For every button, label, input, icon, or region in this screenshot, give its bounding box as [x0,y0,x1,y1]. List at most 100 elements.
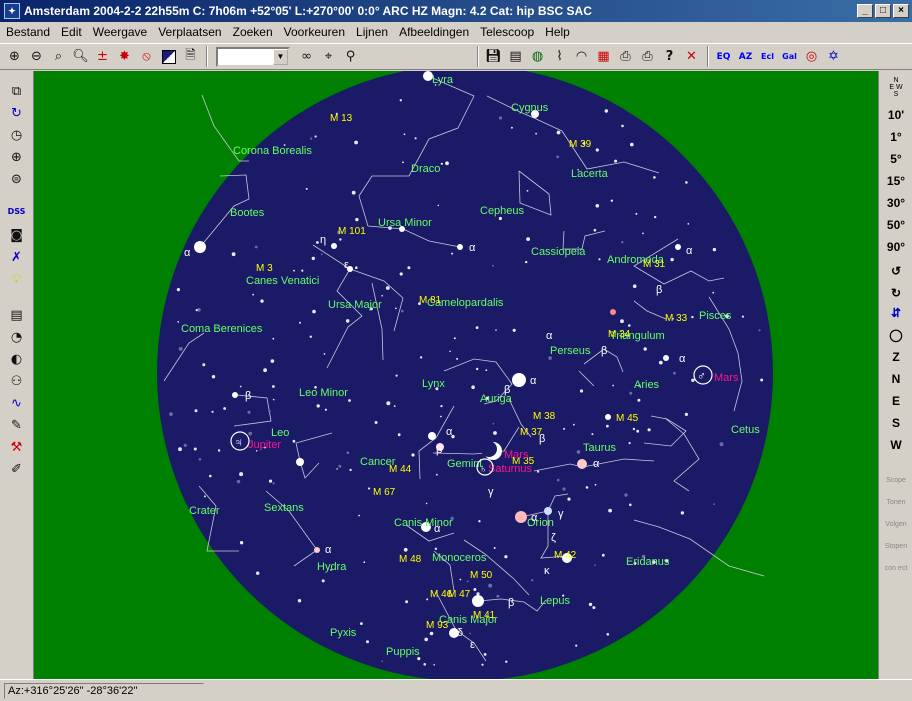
dso-m50: M 50 [470,570,493,581]
menu-weergave[interactable]: Weergave [93,25,147,39]
constellation-icon[interactable]: ✡ [823,46,844,67]
object-combo[interactable]: ▼ [216,46,290,67]
sky-chart[interactable]: Lyra Cygnus Corona Borealis Draco Lacert… [34,65,878,681]
rotate-cw-icon[interactable]: ↻ [881,283,911,303]
search-icon[interactable]: 🔍︎ [70,46,91,67]
faint-star [268,410,271,413]
zoom-out-icon[interactable]: ⊖ [26,46,47,67]
print-setup-icon[interactable]: ⎙ [637,46,658,67]
app-icon: ✦ [4,3,20,19]
menu-voorkeuren[interactable]: Voorkeuren [284,25,345,39]
faint-star [360,622,363,625]
const-cygnus: Cygnus [511,102,549,114]
faint-star [198,458,202,461]
south-button[interactable]: S [881,413,911,433]
greek-label: δ [457,627,463,639]
greek-label: β [245,390,251,402]
circle-icon[interactable]: ◔ [6,327,27,348]
minimize-button[interactable]: _ [857,4,873,18]
colors-icon[interactable] [158,46,179,67]
copy-icon[interactable]: ⧉ [6,81,27,102]
find-icon[interactable]: ⌖ [318,46,339,67]
const-leo-minor: Leo Minor [299,387,348,399]
globe-icon[interactable]: ◍ [527,46,548,67]
close-button[interactable]: × [893,4,909,18]
menu-lijnen[interactable]: Lijnen [356,25,388,39]
menu-zoeken[interactable]: Zoeken [233,25,273,39]
ecliptic-grid-icon[interactable]: Ecl [757,46,778,67]
fov-1deg-button[interactable]: 1° [881,127,911,147]
track-button[interactable]: Volgen [881,521,911,528]
bulb-icon[interactable]: 💡︎ [6,269,27,290]
save-icon[interactable]: 💾︎ [483,46,504,67]
dso-m39: M 39 [569,139,592,150]
sphere-icon[interactable]: ⊜ [6,169,27,190]
fov-10arcmin-button[interactable]: 10' [881,105,911,125]
find-person-icon[interactable]: ⚲ [340,46,361,67]
refresh-icon[interactable]: ↻ [6,103,27,124]
scope-button[interactable]: Scope [881,477,911,484]
menu-verplaatsen[interactable]: Verplaatsen [158,25,221,39]
fov-15deg-button[interactable]: 15° [881,171,911,191]
faint-star [496,594,500,598]
faint-star [593,228,597,232]
chevron-down-icon[interactable]: ▼ [273,48,288,65]
star-settings-icon[interactable]: ✸ [114,46,135,67]
fov-50deg-button[interactable]: 50° [881,215,911,235]
rotate-ccw-icon[interactable]: ↺ [881,261,911,281]
az-grid-icon[interactable]: AZ [735,46,756,67]
moon-phase-icon[interactable]: ◐ [6,349,27,370]
stop-button[interactable]: Stopen [881,543,911,550]
zoom-window-icon[interactable]: ⌕ [48,46,69,67]
help-icon[interactable]: ? [659,46,680,67]
sky-map-view[interactable]: Lyra Cygnus Corona Borealis Draco Lacert… [34,65,878,681]
document-icon[interactable]: 🗎 [180,46,201,67]
fov-90deg-button[interactable]: 90° [881,237,911,257]
dso-m48: M 48 [399,554,422,565]
const-eridanus: Eridanus [626,556,670,568]
camera-icon[interactable]: ◙ [6,225,27,246]
east-button[interactable]: E [881,391,911,411]
show-button[interactable]: Tonen [881,499,911,506]
satellite-icon[interactable]: ✗ [6,247,27,268]
dss-icon[interactable]: DSS [6,201,27,222]
menu-help[interactable]: Help [545,25,570,39]
page-icon[interactable]: ▤ [505,46,526,67]
eq-grid-icon[interactable]: EQ [713,46,734,67]
zenith-button[interactable]: Z [881,347,911,367]
fov-30deg-button[interactable]: 30° [881,193,911,213]
zoom-in-icon[interactable]: ⊕ [4,46,25,67]
menu-bestand[interactable]: Bestand [6,25,50,39]
fov-5deg-button[interactable]: 5° [881,149,911,169]
telescope-icon[interactable]: ⌇ [549,46,570,67]
close-icon[interactable]: ✕ [681,46,702,67]
west-button[interactable]: W [881,435,911,455]
menu-afbeeldingen[interactable]: Afbeeldingen [399,25,469,39]
binoculars-icon[interactable]: ∞ [296,46,317,67]
clock-icon[interactable]: ◷ [6,125,27,146]
person-icon[interactable]: ⚇ [6,371,27,392]
circle-view-icon[interactable]: ◯ [881,325,911,345]
eraser-icon[interactable]: ⦸ [136,46,157,67]
target-icon[interactable]: ◎ [801,46,822,67]
edit-icon[interactable]: ✐ [6,459,27,480]
galactic-grid-icon[interactable]: Gal [779,46,800,67]
maximize-button[interactable]: □ [875,4,891,18]
connect-button[interactable]: con ect [881,565,911,572]
north-button[interactable]: N [881,369,911,389]
table-icon[interactable]: ▤ [6,305,27,326]
const-bootes: Bootes [230,207,265,219]
compass-icon[interactable]: N E W S [881,77,911,107]
globe-grid-icon[interactable]: ⊕ [6,147,27,168]
flip-icon[interactable]: ⇵ [881,303,911,323]
tools-icon[interactable]: ⚒ [6,437,27,458]
plus-minus-icon[interactable]: ± [92,46,113,67]
graph-icon[interactable]: ∿ [6,393,27,414]
notes-icon[interactable]: ✎ [6,415,27,436]
menu-telescoop[interactable]: Telescoop [480,25,534,39]
faint-star [632,284,637,288]
dome-icon[interactable]: ◠ [571,46,592,67]
calendar-icon[interactable]: ▦ [593,46,614,67]
menu-edit[interactable]: Edit [61,25,82,39]
print-icon[interactable]: ⎙ [615,46,636,67]
